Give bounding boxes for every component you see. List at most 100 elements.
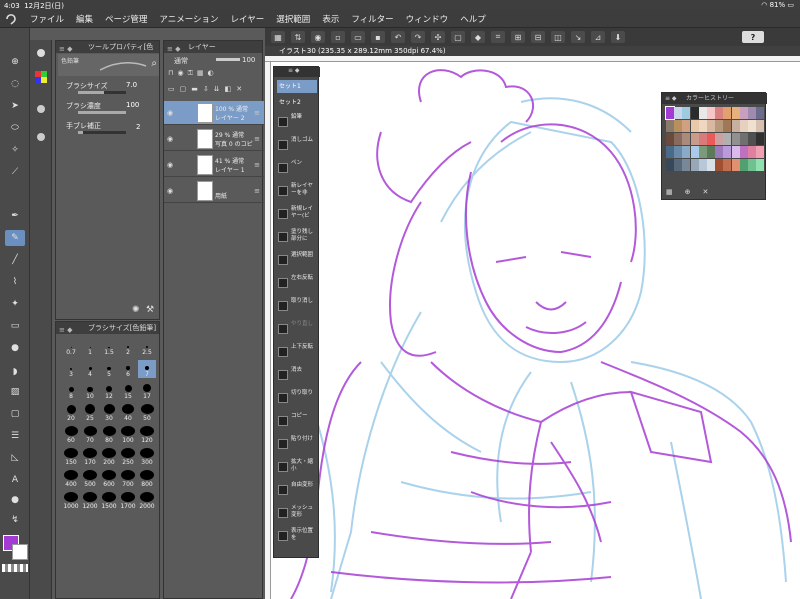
- panel-menu-icon[interactable]: ≡ ◆: [59, 324, 72, 336]
- palette-command[interactable]: 表示位置を: [277, 527, 317, 547]
- ruler-snap-icon[interactable]: ↘: [571, 31, 585, 43]
- brush-size-preset[interactable]: 1000: [62, 492, 80, 510]
- layer-tab[interactable]: ≡ ◆ レイヤー: [164, 41, 262, 53]
- layer-menu-icon[interactable]: ≡: [254, 187, 260, 195]
- palette-command[interactable]: 新レイヤーを非: [277, 182, 317, 202]
- color-swatch[interactable]: [748, 120, 756, 132]
- mask-icon[interactable]: ◐: [208, 69, 214, 81]
- brush-size-preset[interactable]: 0.7: [62, 338, 80, 356]
- alpha-lock-icon[interactable]: ▦: [197, 69, 204, 81]
- operation-tool-icon[interactable]: ➤: [5, 98, 25, 114]
- brush-size-value[interactable]: 7.0: [126, 81, 137, 89]
- brush-size-preset[interactable]: 40: [119, 404, 137, 422]
- color-swatch[interactable]: [756, 159, 765, 171]
- layer-swap-icon[interactable]: ⇅: [291, 31, 305, 43]
- delete-color-icon[interactable]: ✕: [703, 188, 709, 196]
- new-raster-layer-icon[interactable]: ▭: [168, 85, 175, 97]
- hand-tool-icon[interactable]: ◌: [5, 76, 25, 92]
- palette-command[interactable]: やり直し: [277, 320, 317, 340]
- palette-command[interactable]: 貼り付け: [277, 435, 317, 455]
- brush-size-preset[interactable]: 120: [138, 426, 156, 444]
- layer-menu-icon[interactable]: ≡: [254, 135, 260, 143]
- color-swatch[interactable]: [682, 133, 691, 145]
- open-file-icon[interactable]: ▭: [351, 31, 365, 43]
- brush-size-preset[interactable]: 4: [81, 360, 99, 378]
- layer-row[interactable]: ◉ 41 % 通常 レイヤー 1 ≡: [164, 153, 264, 177]
- color-swatch[interactable]: [748, 146, 756, 158]
- palette-command[interactable]: ペン: [277, 159, 317, 179]
- eye-icon[interactable]: ◉: [167, 135, 173, 143]
- layer-row[interactable]: ◉ 100 % 通常 レイヤー 2 ≡: [164, 101, 264, 125]
- brush-density-slider[interactable]: [78, 111, 126, 114]
- panel-menu-icon[interactable]: ≡ ◆: [167, 43, 180, 55]
- color-swatch[interactable]: [739, 107, 748, 119]
- palette-command[interactable]: メッシュ変形: [277, 504, 317, 524]
- sub-tool-icon[interactable]: [34, 46, 48, 60]
- delete-layer-icon[interactable]: ✕: [236, 85, 242, 97]
- color-swatch[interactable]: [698, 133, 707, 145]
- palette-command[interactable]: 選択範囲: [277, 251, 317, 271]
- brush-size-preset[interactable]: 10: [81, 382, 99, 400]
- mask-add-icon[interactable]: ◧: [225, 85, 232, 97]
- brush-size-preset[interactable]: 150: [62, 448, 80, 466]
- brush-size-preset[interactable]: 6: [119, 360, 137, 378]
- brush-size-preset[interactable]: 1500: [100, 492, 118, 510]
- blend-tool-icon[interactable]: ●: [5, 340, 25, 356]
- brush-size-preset[interactable]: 700: [119, 470, 137, 488]
- palette-command[interactable]: コピー: [277, 412, 317, 432]
- color-swatch[interactable]: [723, 133, 732, 145]
- brush-size-preset[interactable]: 1.5: [100, 338, 118, 356]
- brush-size-preset[interactable]: 7: [138, 360, 156, 378]
- color-swatch[interactable]: [698, 107, 707, 119]
- color-swatch[interactable]: [748, 159, 756, 171]
- brush-size-preset[interactable]: 17: [138, 382, 156, 400]
- menu-item[interactable]: 選択範囲: [276, 13, 310, 25]
- tool-property-tab[interactable]: ≡ ◆ツールプロパティ[色鉛筆]: [56, 41, 159, 63]
- brush-size-preset[interactable]: 170: [81, 448, 99, 466]
- color-swatch[interactable]: [665, 106, 675, 120]
- new-vector-layer-icon[interactable]: ▢: [180, 85, 187, 97]
- fill-tool-icon[interactable]: ◗: [5, 364, 25, 380]
- brush-size-tab[interactable]: ≡ ◆ ブラシサイズ[色鉛筆]: [56, 322, 159, 334]
- settings-gear-icon[interactable]: ✺: [132, 305, 140, 315]
- color-swatch[interactable]: [666, 159, 674, 171]
- color-swatch[interactable]: [707, 146, 715, 158]
- figure-tool-icon[interactable]: ▢: [5, 406, 25, 422]
- palette-command[interactable]: 鉛筆: [277, 113, 317, 133]
- brush-size-preset[interactable]: 1: [81, 338, 99, 356]
- color-swatch[interactable]: [731, 120, 740, 132]
- color-swatch[interactable]: [682, 146, 691, 158]
- undo-icon[interactable]: ↶: [391, 31, 405, 43]
- menu-item[interactable]: ウィンドウ: [406, 13, 449, 25]
- color-swatch[interactable]: [756, 133, 765, 145]
- color-swatch[interactable]: [756, 107, 765, 119]
- color-swatch[interactable]: [715, 120, 724, 132]
- balloon-tool-icon[interactable]: ●: [5, 492, 25, 508]
- color-swatch[interactable]: [739, 146, 748, 158]
- brush-size-preset[interactable]: 250: [119, 448, 137, 466]
- sub-view-icon[interactable]: [34, 102, 48, 116]
- brush-tool-icon[interactable]: ╱: [5, 252, 25, 268]
- palette-command[interactable]: 取り消し: [277, 297, 317, 317]
- color-swatch[interactable]: [707, 133, 715, 145]
- color-swatch[interactable]: [674, 146, 683, 158]
- ruler-tool-icon[interactable]: ◺: [5, 450, 25, 466]
- eye-icon[interactable]: ◉: [167, 109, 173, 117]
- brush-size-preset[interactable]: 80: [100, 426, 118, 444]
- palette-command[interactable]: 左右反転: [277, 274, 317, 294]
- transform-icon[interactable]: ✣: [431, 31, 445, 43]
- brush-size-preset[interactable]: 500: [81, 470, 99, 488]
- brush-size-preset[interactable]: 5: [100, 360, 118, 378]
- color-swatch[interactable]: [690, 146, 699, 158]
- brush-size-preset[interactable]: 8: [62, 382, 80, 400]
- gradient-tool-icon[interactable]: ▨: [5, 384, 25, 400]
- menu-item[interactable]: ヘルプ: [460, 13, 486, 25]
- menu-item[interactable]: ページ管理: [105, 13, 147, 25]
- palette-header[interactable]: ≡ ◆: [274, 67, 320, 77]
- brush-size-preset[interactable]: 70: [81, 426, 99, 444]
- color-swatch[interactable]: [674, 133, 683, 145]
- brush-size-preset[interactable]: 100: [119, 426, 137, 444]
- transparent-color-swatch[interactable]: [2, 564, 28, 572]
- color-swatch[interactable]: [682, 120, 691, 132]
- color-swatch[interactable]: [707, 159, 715, 171]
